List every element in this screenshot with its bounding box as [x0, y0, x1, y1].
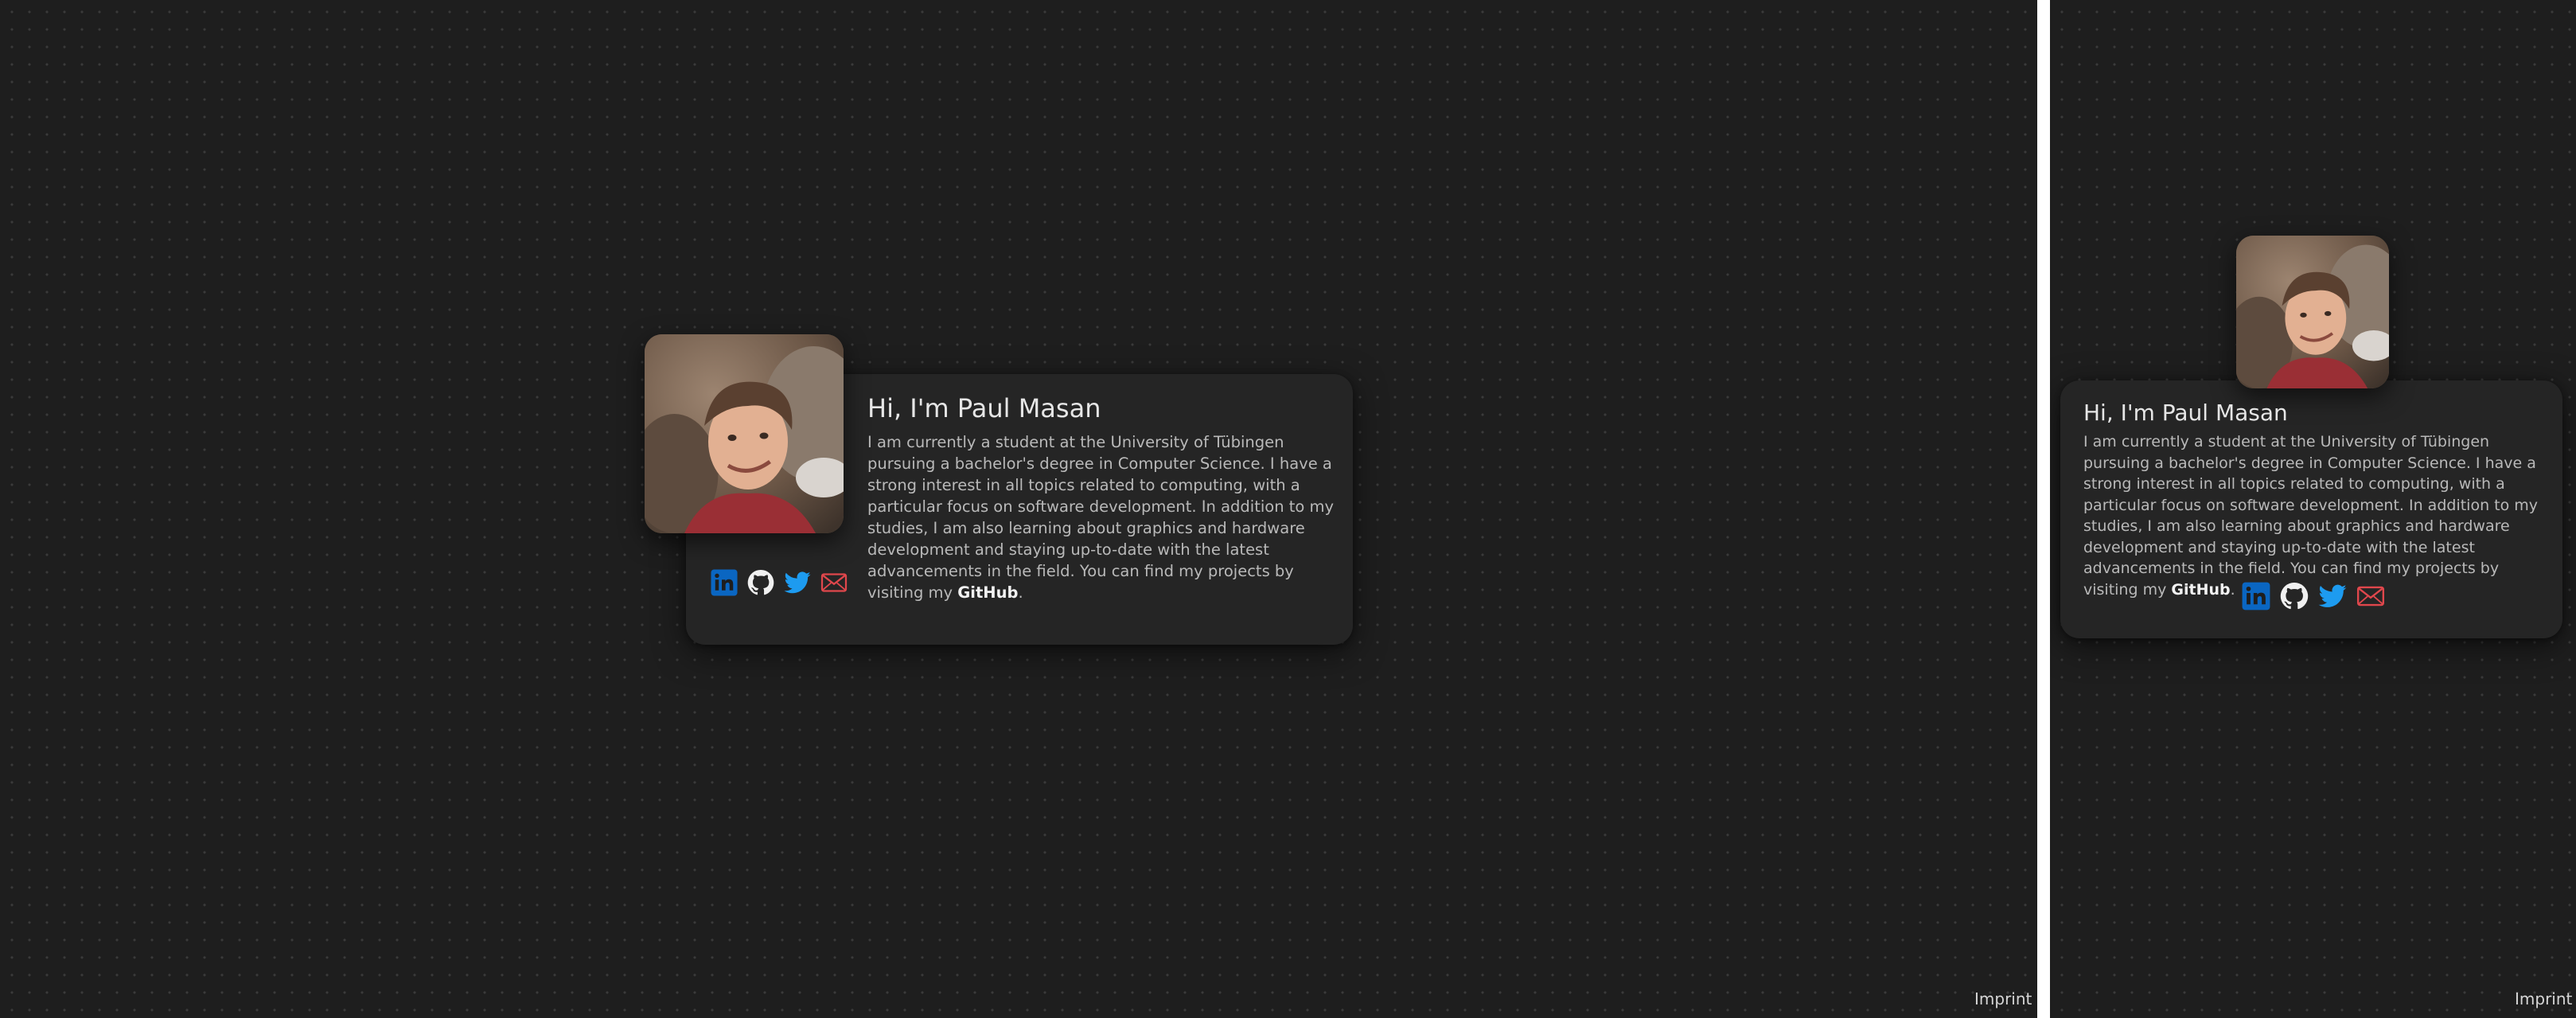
github-profile-link[interactable] [2279, 581, 2309, 611]
imprint-link[interactable]: Imprint [2515, 989, 2572, 1008]
email-link[interactable] [2356, 581, 2386, 611]
github-profile-link[interactable] [746, 568, 775, 597]
bio-end: . [1018, 583, 1023, 602]
bio-text: I am currently a student at the Universi… [867, 433, 1335, 602]
profile-photo [645, 334, 844, 533]
mail-icon [2356, 586, 2385, 607]
twitter-icon [784, 571, 811, 594]
github-icon [747, 569, 774, 595]
greeting-heading: Hi, I'm Paul Masan [867, 393, 1101, 423]
profile-photo [2236, 236, 2389, 388]
mail-icon [820, 573, 848, 592]
greeting-heading: Hi, I'm Paul Masan [2083, 400, 2288, 426]
twitter-link[interactable] [783, 568, 812, 597]
bio-paragraph: I am currently a student at the Universi… [2083, 431, 2551, 600]
twitter-link[interactable] [2317, 581, 2348, 611]
desktop-view: Hi, I'm Paul Masan I am currently a stud… [0, 0, 2037, 1018]
profile-photo-image [2236, 236, 2389, 388]
social-links [2241, 581, 2386, 611]
profile-photo-image [645, 334, 844, 533]
bio-paragraph: I am currently a student at the Universi… [867, 431, 1337, 603]
email-link[interactable] [820, 568, 848, 597]
linkedin-link[interactable] [2241, 581, 2271, 611]
linkedin-link[interactable] [710, 568, 739, 597]
imprint-link[interactable]: Imprint [1974, 989, 2032, 1008]
linkedin-icon [711, 569, 738, 596]
github-link[interactable]: GitHub [957, 583, 1018, 602]
social-links [710, 568, 848, 597]
linkedin-icon [2242, 582, 2270, 610]
bio-text: I am currently a student at the Universi… [2083, 433, 2539, 599]
bio-end: . [2230, 580, 2235, 599]
mobile-view: Hi, I'm Paul Masan I am currently a stud… [2050, 0, 2576, 1018]
github-link[interactable]: GitHub [2171, 581, 2230, 599]
github-icon [2280, 583, 2309, 610]
twitter-icon [2318, 584, 2347, 607]
